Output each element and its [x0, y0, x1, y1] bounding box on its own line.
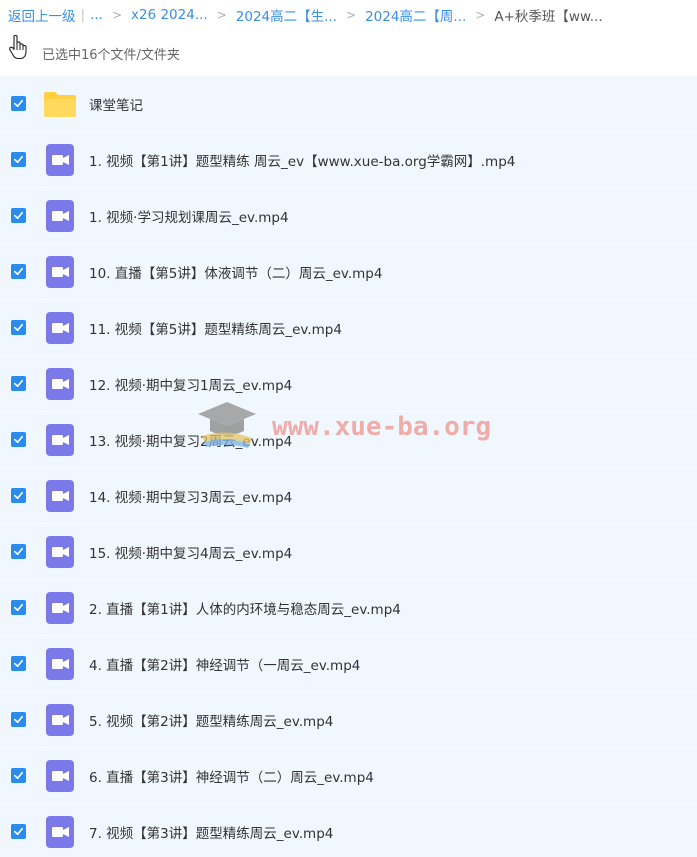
breadcrumb-divider: | [80, 7, 86, 23]
file-row[interactable]: 12. 视频·期中复习1周云_ev.mp4 [0, 356, 697, 412]
file-checkbox[interactable] [11, 376, 26, 391]
file-row[interactable]: 6. 直播【第3讲】神经调节（二）周云_ev.mp4 [0, 748, 697, 804]
video-file-icon [43, 535, 77, 569]
breadcrumb-current: A+秋季班【ww... [494, 9, 603, 25]
file-name[interactable]: 1. 视频【第1讲】题型精练 周云_ev【www.xue-ba.org学霸网】.… [89, 150, 515, 170]
file-checkbox[interactable] [11, 208, 26, 223]
breadcrumb-ellipsis[interactable]: ... [90, 7, 103, 23]
file-row[interactable]: 4. 直播【第2讲】神经调节（一周云_ev.mp4 [0, 636, 697, 692]
file-row[interactable]: 10. 直播【第5讲】体液调节（二）周云_ev.mp4 [0, 244, 697, 300]
video-file-icon [43, 143, 77, 177]
chevron-right-icon: > [111, 8, 122, 22]
file-name[interactable]: 4. 直播【第2讲】神经调节（一周云_ev.mp4 [89, 654, 360, 674]
file-list: 课堂笔记 1. 视频【第1讲】题型精练 周云_ev【www.xue-ba.org学… [0, 76, 697, 857]
video-file-icon [43, 591, 77, 625]
chevron-right-icon: > [475, 8, 486, 22]
file-name[interactable]: 11. 视频【第5讲】题型精练周云_ev.mp4 [89, 318, 342, 338]
file-name[interactable]: 12. 视频·期中复习1周云_ev.mp4 [89, 374, 292, 394]
file-checkbox[interactable] [11, 824, 26, 839]
file-checkbox[interactable] [11, 488, 26, 503]
file-checkbox[interactable] [11, 656, 26, 671]
breadcrumb-item-3[interactable]: 2024高二【周... [365, 5, 466, 25]
file-row[interactable]: 14. 视频·期中复习3周云_ev.mp4 [0, 468, 697, 524]
file-checkbox[interactable] [11, 320, 26, 335]
video-file-icon [43, 647, 77, 681]
file-row[interactable]: 7. 视频【第3讲】题型精练周云_ev.mp4 [0, 804, 697, 857]
file-row[interactable]: 1. 视频·学习规划课周云_ev.mp4 [0, 188, 697, 244]
breadcrumb: 返回上一级 | ... > x26 2024... > 2024高二【生... … [0, 0, 697, 30]
selection-status-bar: 已选中16个文件/文件夹 [0, 30, 697, 76]
file-name[interactable]: 5. 视频【第2讲】题型精练周云_ev.mp4 [89, 710, 333, 730]
file-name[interactable]: 1. 视频·学习规划课周云_ev.mp4 [89, 206, 289, 226]
chevron-right-icon: > [216, 8, 227, 22]
selection-count-text: 已选中16个文件/文件夹 [42, 47, 180, 63]
file-row[interactable]: 1. 视频【第1讲】题型精练 周云_ev【www.xue-ba.org学霸网】.… [0, 132, 697, 188]
file-row[interactable]: 13. 视频·期中复习2周云_ev.mp4 [0, 412, 697, 468]
file-row[interactable]: 11. 视频【第5讲】题型精练周云_ev.mp4 [0, 300, 697, 356]
file-name[interactable]: 2. 直播【第1讲】人体的内环境与稳态周云_ev.mp4 [89, 598, 401, 618]
file-name[interactable]: 课堂笔记 [89, 94, 143, 114]
file-row[interactable]: 5. 视频【第2讲】题型精练周云_ev.mp4 [0, 692, 697, 748]
file-checkbox[interactable] [11, 600, 26, 615]
file-checkbox[interactable] [11, 264, 26, 279]
breadcrumb-item-1[interactable]: x26 2024... [131, 7, 208, 23]
file-name[interactable]: 7. 视频【第3讲】题型精练周云_ev.mp4 [89, 822, 333, 842]
file-name[interactable]: 6. 直播【第3讲】神经调节（二）周云_ev.mp4 [89, 766, 374, 786]
file-row[interactable]: 2. 直播【第1讲】人体的内环境与稳态周云_ev.mp4 [0, 580, 697, 636]
file-checkbox[interactable] [11, 544, 26, 559]
file-row[interactable]: 15. 视频·期中复习4周云_ev.mp4 [0, 524, 697, 580]
file-checkbox[interactable] [11, 152, 26, 167]
breadcrumb-item-2[interactable]: 2024高二【生... [236, 5, 337, 25]
file-checkbox[interactable] [11, 712, 26, 727]
video-file-icon [43, 367, 77, 401]
video-file-icon [43, 311, 77, 345]
file-name[interactable]: 13. 视频·期中复习2周云_ev.mp4 [89, 430, 292, 450]
video-file-icon [43, 199, 77, 233]
video-file-icon [43, 703, 77, 737]
file-name[interactable]: 10. 直播【第5讲】体液调节（二）周云_ev.mp4 [89, 262, 382, 282]
back-link[interactable]: 返回上一级 [8, 5, 76, 25]
file-checkbox[interactable] [11, 432, 26, 447]
file-name[interactable]: 14. 视频·期中复习3周云_ev.mp4 [89, 486, 292, 506]
video-file-icon [43, 815, 77, 849]
video-file-icon [43, 479, 77, 513]
folder-icon [43, 87, 77, 121]
file-checkbox[interactable] [11, 96, 26, 111]
file-checkbox[interactable] [11, 768, 26, 783]
file-row[interactable]: 课堂笔记 [0, 76, 697, 132]
video-file-icon [43, 423, 77, 457]
video-file-icon [43, 255, 77, 289]
chevron-right-icon: > [346, 8, 357, 22]
video-file-icon [43, 759, 77, 793]
hand-cursor-icon [8, 34, 28, 60]
file-name[interactable]: 15. 视频·期中复习4周云_ev.mp4 [89, 542, 292, 562]
